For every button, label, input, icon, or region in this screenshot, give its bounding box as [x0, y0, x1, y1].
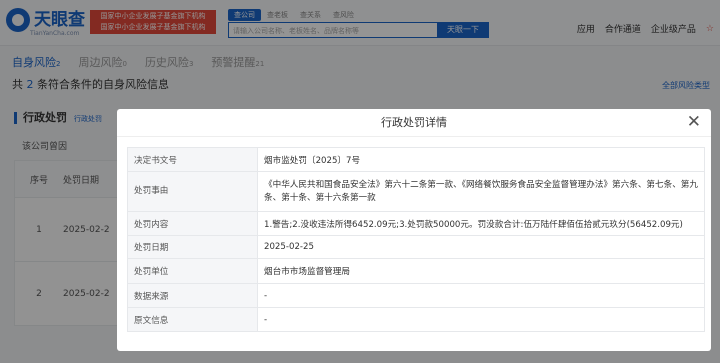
detail-key: 处罚事由 — [127, 171, 258, 212]
detail-value: 烟市监处罚〔2025〕7号 — [257, 147, 705, 172]
modal-title: 行政处罚详情 — [117, 109, 711, 137]
detail-row-doc-no: 决定书文号 烟市监处罚〔2025〕7号 — [127, 147, 705, 172]
detail-value: 《中华人民共和国食品安全法》第六十二条第一款、《网络餐饮服务食品安全监督管理办法… — [257, 171, 705, 212]
penalty-detail-modal: 行政处罚详情 ✕ 决定书文号 烟市监处罚〔2025〕7号 处罚事由 《中华人民共… — [117, 109, 711, 351]
detail-row-date: 处罚日期 2025-02-25 — [127, 235, 705, 259]
detail-value: - — [257, 307, 705, 332]
detail-row-reason: 处罚事由 《中华人民共和国食品安全法》第六十二条第一款、《网络餐饮服务食品安全监… — [127, 171, 705, 212]
close-icon[interactable]: ✕ — [687, 114, 701, 131]
detail-key: 决定书文号 — [127, 147, 258, 172]
detail-row-content: 处罚内容 1.警告;2.没收违法所得6452.09元;3.处罚款50000元。罚… — [127, 211, 705, 236]
detail-row-source: 数据来源 - — [127, 283, 705, 308]
detail-value: 1.警告;2.没收违法所得6452.09元;3.处罚款50000元。罚没款合计:… — [257, 211, 705, 236]
detail-key: 处罚内容 — [127, 211, 258, 236]
detail-row-authority: 处罚单位 烟台市市场监督管理局 — [127, 258, 705, 284]
detail-value: 烟台市市场监督管理局 — [257, 258, 705, 284]
detail-table: 决定书文号 烟市监处罚〔2025〕7号 处罚事由 《中华人民共和国食品安全法》第… — [127, 147, 705, 332]
detail-key: 处罚日期 — [127, 235, 258, 259]
detail-key: 数据来源 — [127, 283, 258, 308]
detail-row-original: 原文信息 - — [127, 307, 705, 332]
detail-key: 原文信息 — [127, 307, 258, 332]
detail-value: 2025-02-25 — [257, 235, 705, 259]
detail-key: 处罚单位 — [127, 258, 258, 284]
detail-value: - — [257, 283, 705, 308]
